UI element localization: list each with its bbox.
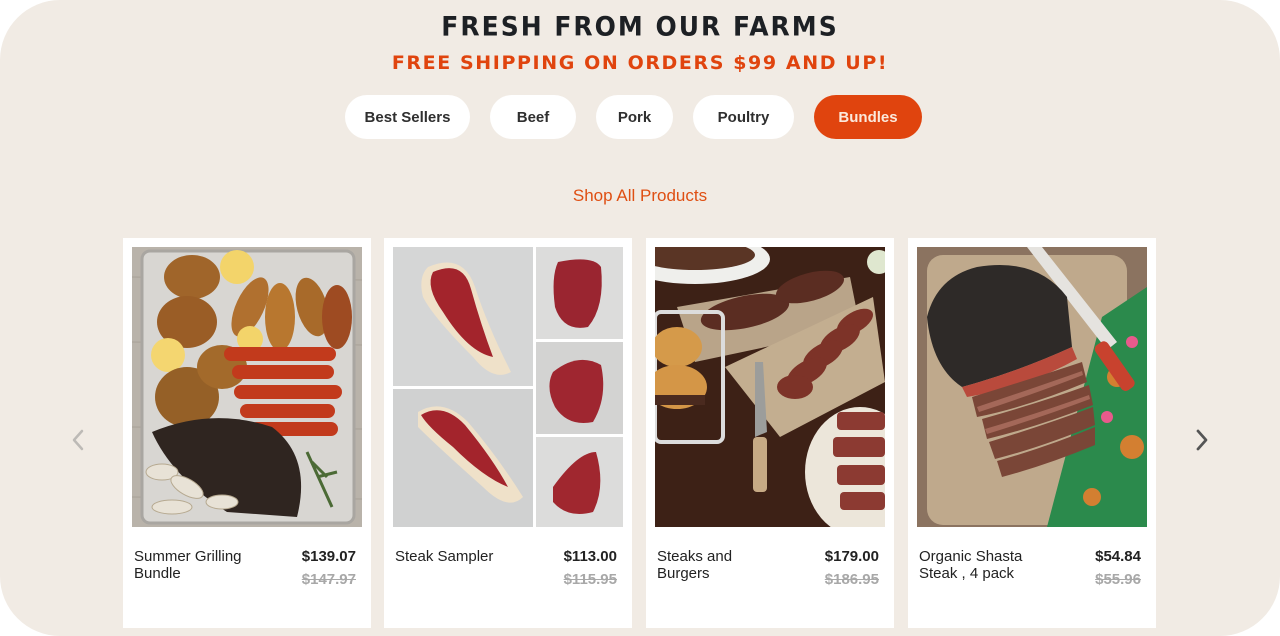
product-card[interactable]: Steak Sampler $113.00 $115.95: [384, 238, 632, 628]
tab-best-sellers[interactable]: Best Sellers: [345, 95, 470, 139]
page-title: FRESH FROM OUR FARMS: [441, 11, 839, 42]
tab-poultry[interactable]: Poultry: [693, 95, 794, 139]
product-card[interactable]: Organic Shasta Steak , 4 pack $54.84 $55…: [908, 238, 1156, 628]
product-name[interactable]: Steaks and Burgers: [657, 548, 787, 582]
shop-all-products-link[interactable]: Shop All Products: [0, 186, 1280, 206]
product-image[interactable]: [393, 247, 623, 527]
tab-beef[interactable]: Beef: [490, 95, 576, 139]
product-original-price: $147.97: [301, 571, 356, 588]
chevron-right-icon: [1196, 429, 1208, 451]
carousel-next-button[interactable]: [1186, 424, 1218, 456]
product-price: $54.84: [1095, 548, 1141, 565]
product-name[interactable]: Summer Grilling Bundle: [134, 548, 264, 582]
chevron-left-icon: [72, 429, 84, 451]
product-price: $113.00: [563, 548, 617, 565]
product-original-price: $186.95: [824, 571, 879, 588]
free-shipping-banner: FREE SHIPPING ON ORDERS $99 AND UP!: [391, 52, 889, 74]
category-tabs: Best Sellers Beef Pork Poultry Bundles: [0, 95, 1280, 139]
product-name[interactable]: Steak Sampler: [395, 548, 525, 565]
product-name[interactable]: Organic Shasta Steak , 4 pack: [919, 548, 1049, 582]
tab-pork[interactable]: Pork: [596, 95, 673, 139]
product-price: $179.00: [824, 548, 879, 565]
page-container: FRESH FROM OUR FARMS FREE SHIPPING ON OR…: [0, 0, 1280, 636]
product-image[interactable]: [917, 247, 1147, 527]
product-price: $139.07: [301, 548, 356, 565]
carousel-prev-button[interactable]: [62, 424, 94, 456]
product-original-price: $55.96: [1095, 571, 1141, 588]
product-original-price: $115.95: [563, 571, 617, 588]
product-card[interactable]: Summer Grilling Bundle $139.07 $147.97: [123, 238, 371, 628]
tab-bundles[interactable]: Bundles: [814, 95, 922, 139]
product-image[interactable]: [132, 247, 362, 527]
product-card[interactable]: Steaks and Burgers $179.00 $186.95: [646, 238, 894, 628]
product-image[interactable]: [655, 247, 885, 527]
